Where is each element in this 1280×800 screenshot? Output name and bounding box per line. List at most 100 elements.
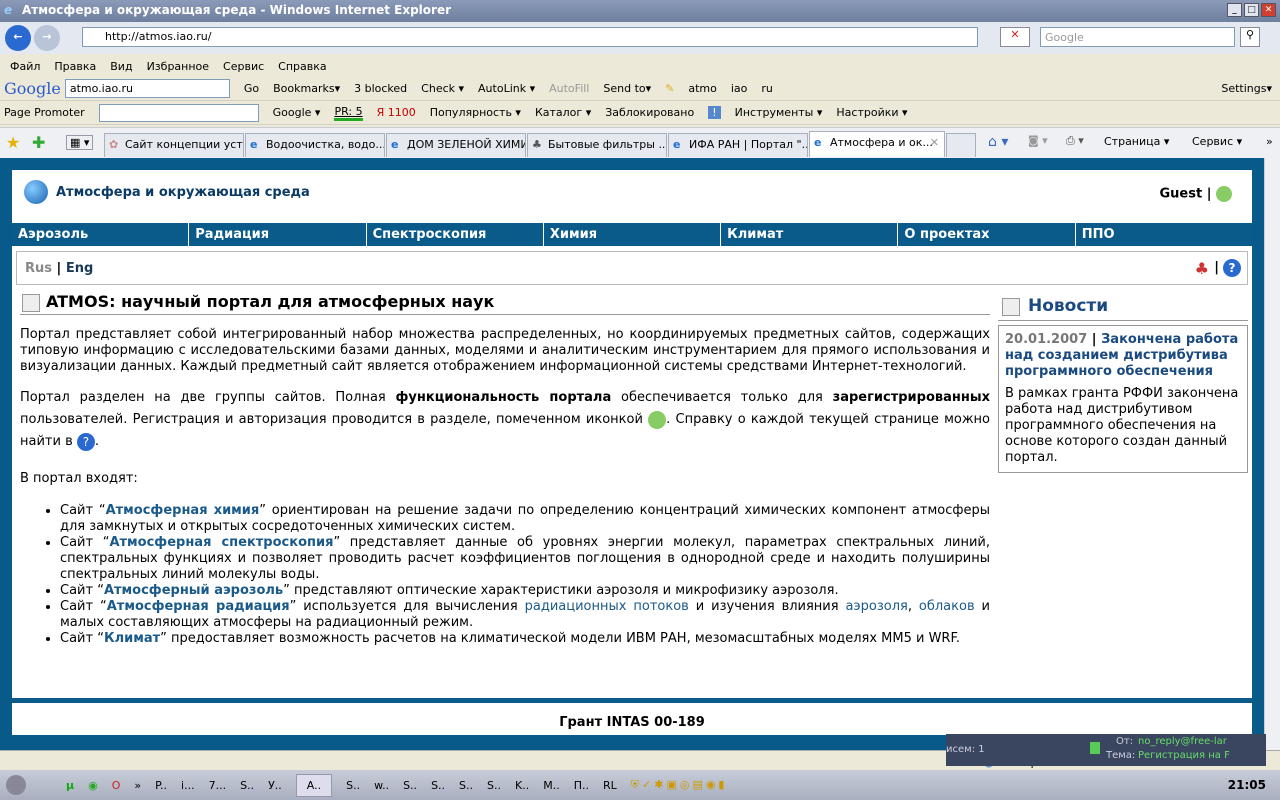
menu-favorites[interactable]: Избранное [147, 60, 209, 76]
page-promoter-label[interactable]: Page Promoter [4, 106, 85, 119]
menu-view[interactable]: Вид [110, 60, 132, 76]
nav-radiation[interactable]: Радиация [189, 223, 367, 246]
autolink-button[interactable]: AutoLink ▾ [478, 82, 535, 95]
maximize-button[interactable]: □ [1244, 3, 1259, 17]
menu-help[interactable]: Справка [278, 60, 326, 76]
tab-5[interactable]: e ИФА РАН | Портал "... [668, 133, 808, 157]
site-title[interactable]: Атмосфера и окружающая среда [56, 185, 310, 200]
task-button-active[interactable]: A.. [295, 773, 333, 797]
menu-tools[interactable]: Сервис [223, 60, 264, 76]
back-button[interactable]: ← [5, 25, 31, 51]
language-indicator[interactable]: RL [603, 779, 617, 792]
bookmarks-button[interactable]: Bookmarks▾ [273, 82, 340, 95]
spellcheck-button[interactable]: Check ▾ [421, 82, 464, 95]
sitemap-icon[interactable]: ♣ [1195, 259, 1209, 278]
popup-blocker-button[interactable]: 3 blocked [354, 82, 407, 95]
add-favorite-icon[interactable]: ✚ [32, 133, 45, 152]
send-to-button[interactable]: Send to▾ [603, 82, 651, 95]
settings-button[interactable]: Settings▾ [1221, 82, 1272, 95]
menu-file[interactable]: Файл [10, 60, 40, 76]
new-tab-button[interactable] [946, 133, 976, 157]
close-button[interactable]: ✕ [1261, 3, 1276, 17]
link-radiation[interactable]: Атмосферная радиация [107, 599, 290, 614]
nav-spectroscopy[interactable]: Спектроскопия [367, 223, 544, 246]
catalog-button[interactable]: Каталог ▾ [535, 106, 591, 119]
search-term-atmo[interactable]: atmo [688, 82, 717, 95]
login-user-icon[interactable] [1216, 186, 1232, 202]
link-spectroscopy[interactable]: Атмосферная спектроскопия [109, 535, 333, 550]
link-chemistry[interactable]: Атмосферная химия [106, 503, 260, 518]
home-icon[interactable]: ⌂ ▾ [988, 134, 1008, 150]
opera-icon[interactable]: O [112, 779, 121, 792]
link-clouds[interactable]: облаков [919, 599, 975, 614]
task-button[interactable]: P.. [155, 779, 167, 792]
print-icon[interactable]: ⎙ ▾ [1066, 134, 1084, 148]
task-button[interactable]: 7... [209, 779, 227, 792]
search-term-ru[interactable]: ru [761, 82, 773, 95]
task-button[interactable]: S.. [431, 779, 445, 792]
nav-ppo[interactable]: ППО [1076, 223, 1252, 246]
tab-2[interactable]: e Водоочистка, водо... [245, 133, 385, 157]
page-viewport: Атмосфера и окружающая среда Guest | Аэр… [0, 158, 1264, 750]
start-button[interactable] [6, 775, 26, 795]
autofill-button[interactable]: AutoFill [549, 82, 589, 95]
tab-4[interactable]: ♣ Бытовые фильтры ... [527, 133, 667, 157]
task-button[interactable]: У.. [268, 779, 282, 792]
blocked-button[interactable]: Заблокировано [605, 106, 694, 119]
task-button[interactable]: S.. [240, 779, 254, 792]
link-climate[interactable]: Климат [104, 631, 160, 646]
tab-active[interactable]: e Атмосфера и ок... ✕ [809, 131, 945, 157]
help-icon[interactable]: ? [1223, 259, 1241, 277]
task-button[interactable]: i... [181, 779, 195, 792]
settings-ru-button[interactable]: Настройки ▾ [836, 106, 907, 119]
quick-tabs-icon[interactable]: ▦ ▾ [66, 135, 94, 150]
nav-aerosol[interactable]: Аэрозоль [12, 223, 190, 246]
task-button[interactable]: K.. [515, 779, 529, 792]
vertical-scrollbar[interactable] [1264, 158, 1280, 750]
nav-about[interactable]: О проектах [898, 223, 1076, 246]
close-tab-icon[interactable]: ✕ [930, 136, 939, 149]
link-radiation-fluxes[interactable]: радиационных потоков [525, 599, 689, 614]
menu-edit[interactable]: Правка [54, 60, 96, 76]
tools-menu[interactable]: Сервис ▾ [1192, 135, 1242, 148]
search-term-iao[interactable]: iao [731, 82, 748, 95]
tools-button[interactable]: Инструменты ▾ [735, 106, 823, 119]
search-input[interactable]: Google [1040, 27, 1235, 47]
minimize-button[interactable]: _ [1227, 3, 1242, 17]
more-commands[interactable]: » [1266, 135, 1273, 148]
feeds-icon[interactable]: ◙ ▾ [1028, 134, 1048, 147]
google-search-input[interactable]: atmo.iao.ru [64, 79, 230, 98]
utorrent-icon[interactable]: µ [66, 779, 74, 792]
popularity-button[interactable]: Популярность ▾ [430, 106, 521, 119]
promoter-input[interactable] [98, 103, 259, 122]
forward-button[interactable]: → [34, 25, 60, 51]
lang-eng[interactable]: Eng [66, 261, 93, 276]
page-menu[interactable]: Страница ▾ [1104, 135, 1169, 148]
lang-rus[interactable]: Rus [25, 261, 52, 276]
go-button[interactable]: Go [244, 82, 259, 95]
chevron-icon[interactable]: » [134, 779, 141, 792]
task-button[interactable]: П.. [574, 779, 589, 792]
highlight-icon[interactable]: ✎ [665, 82, 674, 95]
favorites-star-icon[interactable]: ★ [6, 133, 20, 152]
tab-1[interactable]: ✿ Сайт концепции уст... [104, 133, 244, 157]
stop-button[interactable]: ✕ [1000, 27, 1030, 47]
link-aerosol-2[interactable]: аэрозоля [846, 599, 908, 614]
quicklaunch-icon[interactable]: ◉ [88, 779, 98, 792]
address-input[interactable]: http://atmos.iao.ru/ [82, 27, 978, 47]
tab-3[interactable]: e ДОМ ЗЕЛЕНОЙ ХИМИИ [386, 133, 526, 157]
task-button[interactable]: S.. [487, 779, 501, 792]
search-button[interactable]: ⚲ [1240, 27, 1260, 47]
task-button[interactable]: w.. [374, 779, 389, 792]
task-button[interactable]: S.. [346, 779, 360, 792]
task-button[interactable]: S.. [403, 779, 417, 792]
google-search-button[interactable]: Google ▾ [273, 106, 321, 119]
task-button[interactable]: M.. [543, 779, 559, 792]
link-aerosol[interactable]: Атмосферный аэрозоль [104, 583, 283, 598]
nav-chemistry[interactable]: Химия [544, 223, 722, 246]
tray-icons[interactable]: ⛨✓✱▣◎▤◉▮ [631, 778, 728, 792]
task-button[interactable]: S.. [459, 779, 473, 792]
nav-climate[interactable]: Климат [721, 223, 899, 246]
alert-icon[interactable]: ! [708, 106, 721, 119]
mail-notification[interactable]: исем: 1 От: no_reply@free-lar Тема: Регист… [946, 734, 1266, 766]
